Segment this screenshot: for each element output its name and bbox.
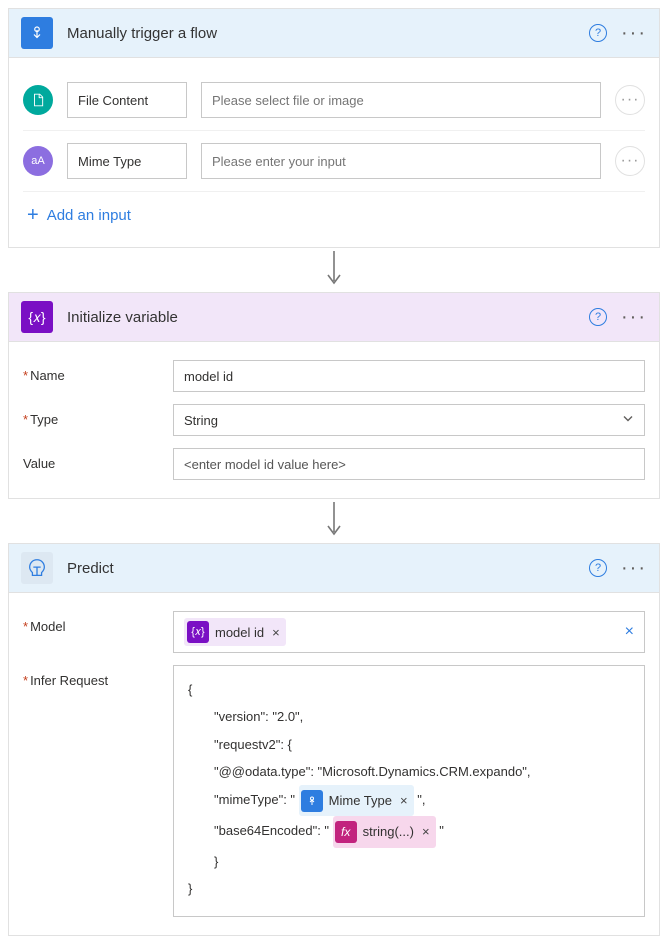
trigger-icon (21, 17, 53, 49)
trigger-header[interactable]: Manually trigger a flow ? ··· (9, 9, 659, 58)
file-icon (23, 85, 53, 115)
model-input[interactable]: {𝑥} model id × × (173, 611, 645, 653)
predict-icon (21, 552, 53, 584)
model-id-token[interactable]: {𝑥} model id × (184, 618, 286, 646)
infer-label: Infer Request (23, 665, 173, 688)
trigger-token-icon (301, 790, 323, 812)
input-label[interactable]: File Content (67, 82, 187, 118)
predict-body: Model {𝑥} model id × × Infer Request { "… (9, 593, 659, 935)
mime-type-input[interactable] (201, 143, 601, 179)
name-label: Name (23, 360, 173, 383)
type-select[interactable]: String (173, 404, 645, 436)
init-var-card: {𝑥} Initialize variable ? ··· Name model… (8, 292, 660, 499)
plus-icon: + (27, 204, 39, 227)
connector-arrow (8, 499, 660, 543)
connector-arrow (8, 248, 660, 292)
add-input-label: Add an input (47, 207, 131, 224)
init-var-title: Initialize variable (67, 309, 589, 326)
predict-card: Predict ? ··· Model {𝑥} model id × × Inf… (8, 543, 660, 936)
fx-icon: fx (335, 821, 357, 843)
text-icon: aA (23, 146, 53, 176)
file-content-input[interactable] (201, 82, 601, 118)
chevron-down-icon (622, 413, 634, 428)
init-var-body: Name model id Type String Value <enter m… (9, 342, 659, 498)
clear-icon[interactable]: × (625, 623, 634, 641)
type-label: Type (23, 404, 173, 427)
name-input[interactable]: model id (173, 360, 645, 392)
help-icon[interactable]: ? (589, 559, 607, 577)
string-expression-token[interactable]: fx string(...) × (333, 816, 436, 847)
infer-request-editor[interactable]: { "version": "2.0", "requestv2": { "@@od… (173, 665, 645, 917)
name-row: Name model id (23, 354, 645, 398)
mime-type-token[interactable]: Mime Type × (299, 785, 414, 816)
remove-token-icon[interactable]: × (400, 787, 408, 814)
help-icon[interactable]: ? (589, 308, 607, 326)
variable-token-icon: {𝑥} (187, 621, 209, 643)
trigger-card: Manually trigger a flow ? ··· File Conte… (8, 8, 660, 248)
input-row-mime-type: aA Mime Type ··· (23, 131, 645, 192)
more-icon[interactable]: ··· (621, 28, 647, 38)
value-row: Value <enter model id value here> (23, 442, 645, 486)
row-more-icon[interactable]: ··· (615, 146, 645, 176)
predict-title: Predict (67, 560, 589, 577)
type-row: Type String (23, 398, 645, 442)
input-row-file-content: File Content ··· (23, 70, 645, 131)
add-input-button[interactable]: + Add an input (23, 192, 645, 235)
variable-icon: {𝑥} (21, 301, 53, 333)
trigger-body: File Content ··· aA Mime Type ··· + Add … (9, 58, 659, 247)
trigger-title: Manually trigger a flow (67, 25, 589, 42)
predict-header[interactable]: Predict ? ··· (9, 544, 659, 593)
init-var-header[interactable]: {𝑥} Initialize variable ? ··· (9, 293, 659, 342)
value-input[interactable]: <enter model id value here> (173, 448, 645, 480)
remove-token-icon[interactable]: × (422, 818, 430, 845)
infer-row: Infer Request { "version": "2.0", "reque… (23, 659, 645, 923)
help-icon[interactable]: ? (589, 24, 607, 42)
more-icon[interactable]: ··· (621, 312, 647, 322)
model-row: Model {𝑥} model id × × (23, 605, 645, 659)
input-label[interactable]: Mime Type (67, 143, 187, 179)
value-label: Value (23, 448, 173, 471)
remove-token-icon[interactable]: × (272, 625, 280, 640)
model-label: Model (23, 611, 173, 634)
more-icon[interactable]: ··· (621, 563, 647, 573)
row-more-icon[interactable]: ··· (615, 85, 645, 115)
